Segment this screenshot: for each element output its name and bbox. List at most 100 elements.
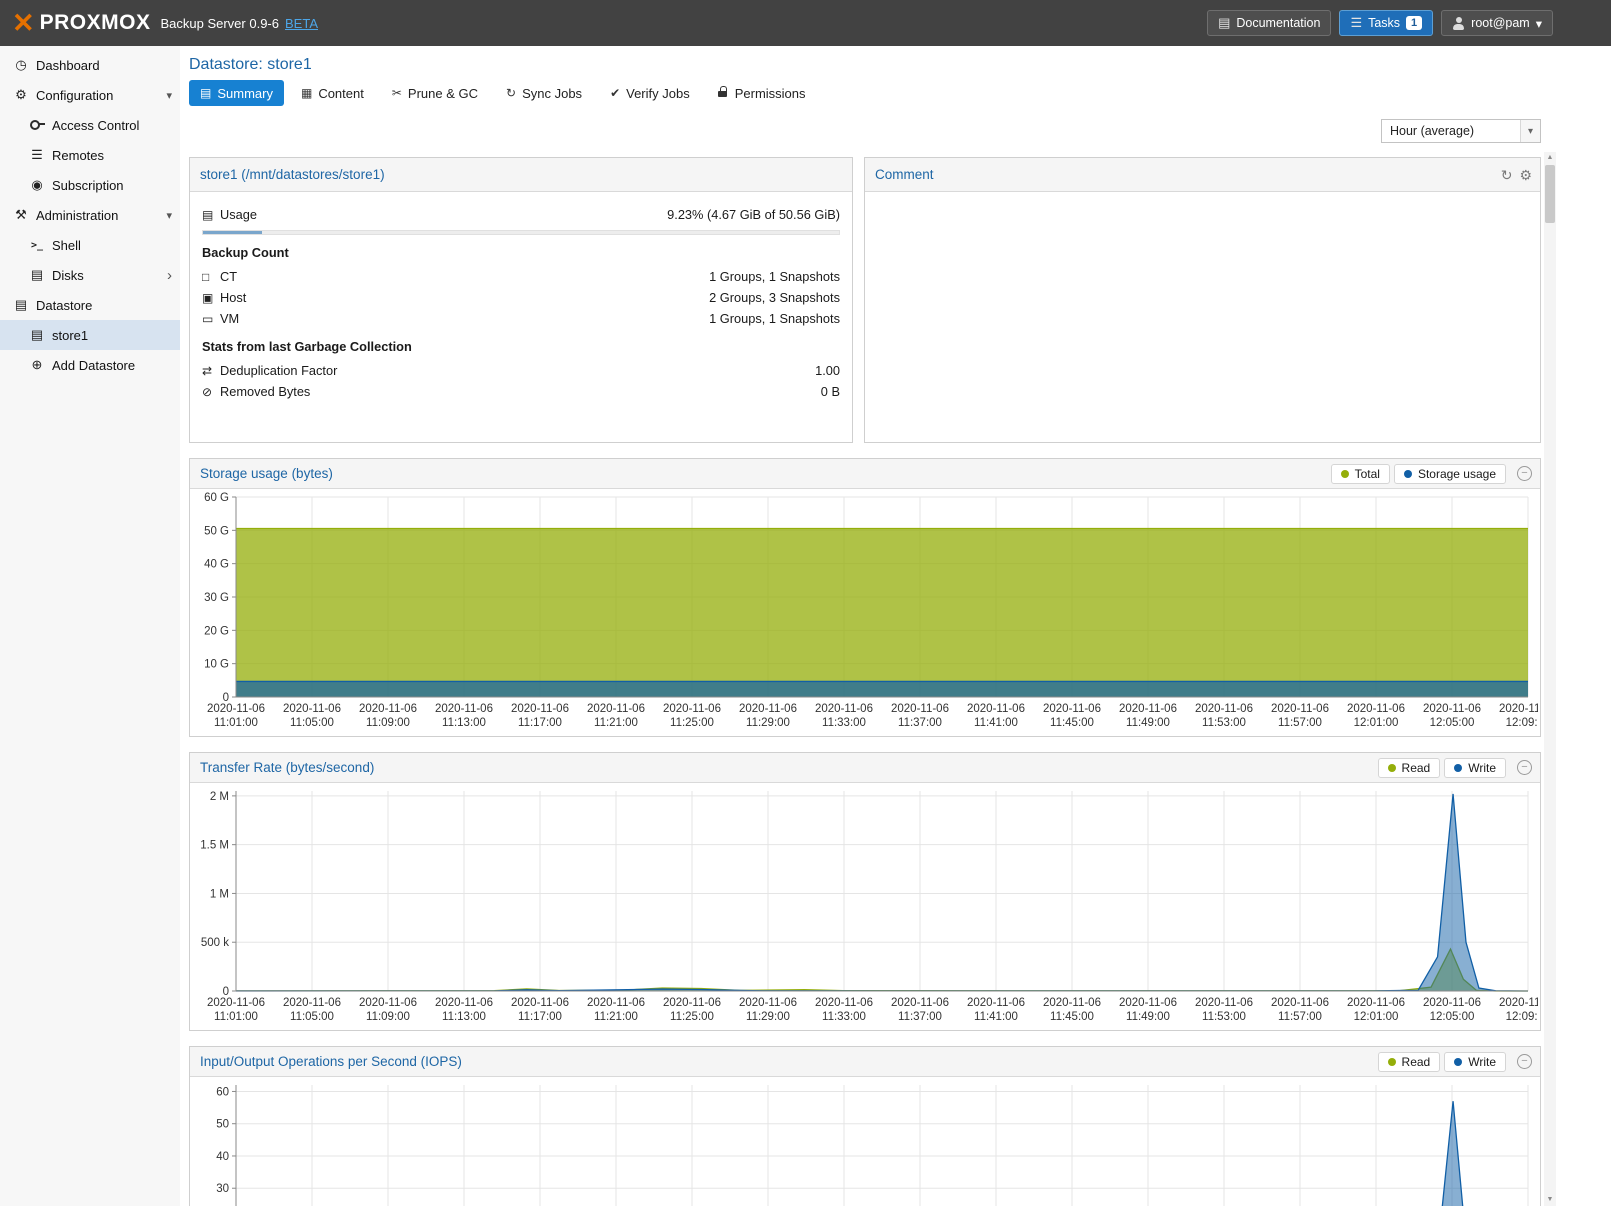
legend-label: Storage usage: [1418, 467, 1496, 481]
sidebar-item-datastore[interactable]: ▤ Datastore: [0, 290, 180, 320]
chart-legend: ReadWrite: [1378, 758, 1506, 778]
usage-progressbar: [202, 230, 840, 235]
svg-text:11:29:00: 11:29:00: [746, 1011, 790, 1023]
tab-content[interactable]: ▦ Content: [290, 80, 375, 106]
scroll-down-icon[interactable]: ▼: [1544, 1194, 1556, 1206]
trash-icon: ✂: [392, 86, 402, 100]
sidebar-item-add-datastore[interactable]: ⊕ Add Datastore: [0, 350, 180, 380]
legend-item-total[interactable]: Total: [1331, 464, 1390, 484]
circle-arrow-icon[interactable]: ↻: [1501, 168, 1513, 182]
svg-text:30 G: 30 G: [204, 592, 229, 604]
book-icon: ▤: [1218, 15, 1230, 31]
chevron-down-icon[interactable]: ▾: [166, 89, 172, 102]
svg-text:60 G: 60 G: [204, 492, 229, 504]
sidebar-item-label: Configuration: [36, 88, 113, 103]
svg-text:2020-11-06: 2020-11-06: [1499, 997, 1538, 1009]
svg-text:2020-11-06: 2020-11-06: [283, 703, 341, 715]
legend-item-write[interactable]: Write: [1444, 758, 1506, 778]
host-row: ▣ Host 2 Groups, 3 Snapshots: [202, 287, 840, 308]
panel-title: store1 (/mnt/datastores/store1): [200, 167, 385, 182]
svg-text:2020-11-06: 2020-11-06: [359, 703, 417, 715]
svg-text:11:49:00: 11:49:00: [1126, 1011, 1170, 1023]
gears-icon: ⚙: [12, 87, 30, 103]
scroll-up-icon[interactable]: ▲: [1544, 152, 1556, 164]
legend-item-storage-usage[interactable]: Storage usage: [1394, 464, 1506, 484]
sidebar-item-dashboard[interactable]: ◷ Dashboard: [0, 50, 180, 80]
sidebar-item-access-control[interactable]: Access Control: [0, 110, 180, 140]
svg-text:11:25:00: 11:25:00: [670, 1011, 714, 1023]
chart-title: Storage usage (bytes): [200, 466, 333, 481]
svg-text:12:05:00: 12:05:00: [1430, 1011, 1475, 1023]
sidebar-item-label: Dashboard: [36, 58, 100, 73]
gear-icon[interactable]: ⚙: [1519, 168, 1532, 182]
sidebar-item-store1[interactable]: ▤ store1: [0, 320, 180, 350]
timeframe-select[interactable]: Hour (average) ▾: [1381, 119, 1541, 143]
svg-text:11:13:00: 11:13:00: [442, 717, 486, 729]
svg-text:11:17:00: 11:17:00: [518, 717, 562, 729]
svg-text:12:09:00: 12:09:00: [1506, 1011, 1538, 1023]
svg-text:20 G: 20 G: [204, 625, 229, 637]
sidebar-item-disks[interactable]: ▤ Disks ›: [0, 260, 180, 290]
sidebar-item-shell[interactable]: >_ Shell: [0, 230, 180, 260]
collapse-icon[interactable]: −: [1517, 1054, 1532, 1069]
chevron-right-icon[interactable]: ›: [167, 268, 172, 283]
svg-text:11:37:00: 11:37:00: [898, 1011, 942, 1023]
legend-item-read[interactable]: Read: [1378, 758, 1441, 778]
sidebar-item-subscription[interactable]: ◉ Subscription: [0, 170, 180, 200]
tasks-button[interactable]: ☰ Tasks 1: [1339, 10, 1433, 36]
legend-dot: [1388, 1058, 1396, 1066]
vertical-scrollbar[interactable]: ▲ ▼: [1544, 152, 1556, 1206]
svg-text:2020-11-06: 2020-11-06: [435, 997, 493, 1009]
svg-text:2020-11-06: 2020-11-06: [967, 997, 1025, 1009]
comment-body[interactable]: [865, 192, 1540, 442]
page-title: Datastore: store1: [189, 46, 1541, 80]
beta-link[interactable]: BETA: [285, 16, 318, 31]
sidebar-item-configuration[interactable]: ⚙ Configuration ▾: [0, 80, 180, 110]
iops-chart-panel: Input/Output Operations per Second (IOPS…: [189, 1046, 1541, 1206]
legend-item-write[interactable]: Write: [1444, 1052, 1506, 1072]
database-icon: ▤: [28, 327, 46, 343]
compress-icon: ⇄: [202, 364, 220, 378]
svg-text:11:57:00: 11:57:00: [1278, 717, 1322, 729]
svg-text:2020-11-06: 2020-11-06: [1195, 703, 1253, 715]
ct-row: □ CT 1 Groups, 1 Snapshots: [202, 266, 840, 287]
svg-text:2020-11-06: 2020-11-06: [663, 997, 721, 1009]
svg-text:2020-11-06: 2020-11-06: [815, 703, 873, 715]
user-menu-button[interactable]: root@pam ▾: [1441, 10, 1553, 36]
svg-text:2020-11-06: 2020-11-06: [359, 997, 417, 1009]
scrollbar-thumb[interactable]: [1545, 165, 1555, 223]
tab-summary[interactable]: ▤ Summary: [189, 80, 284, 106]
legend-dot: [1341, 470, 1349, 478]
tab-prune-gc[interactable]: ✂ Prune & GC: [381, 80, 489, 106]
book-icon: ▤: [200, 86, 211, 100]
svg-text:12:01:00: 12:01:00: [1354, 1011, 1399, 1023]
tabbar: ▤ Summary ▦ Content ✂ Prune & GC ↻ Sync …: [189, 80, 1541, 106]
svg-text:2020-11-06: 2020-11-06: [891, 703, 949, 715]
legend-item-read[interactable]: Read: [1378, 1052, 1441, 1072]
svg-text:40: 40: [216, 1151, 229, 1163]
svg-text:11:57:00: 11:57:00: [1278, 1011, 1322, 1023]
support-icon: ◉: [28, 177, 46, 193]
terminal-icon: >_: [28, 240, 46, 251]
sidebar-item-remotes[interactable]: ☰ Remotes: [0, 140, 180, 170]
sidebar-item-label: Add Datastore: [52, 358, 135, 373]
tab-verify-jobs[interactable]: ✔ Verify Jobs: [599, 80, 701, 106]
svg-text:30: 30: [216, 1183, 229, 1195]
main-area: Datastore: store1 ▤ Summary ▦ Content ✂ …: [180, 46, 1611, 1206]
chevron-down-icon[interactable]: ▾: [1520, 120, 1540, 142]
sidebar-item-administration[interactable]: ⚒ Administration ▾: [0, 200, 180, 230]
documentation-button[interactable]: ▤ Documentation: [1207, 10, 1331, 36]
hdd-icon: ▤: [28, 267, 46, 283]
chart-svg: 01020304050602020-11-0611:01:002020-11-0…: [190, 1077, 1538, 1206]
tab-permissions[interactable]: Permissions: [707, 80, 817, 106]
legend-label: Write: [1468, 1055, 1496, 1069]
svg-text:2020-11-06: 2020-11-06: [739, 997, 797, 1009]
dedup-row: ⇄ Deduplication Factor 1.00: [202, 360, 840, 381]
svg-text:2020-11-06: 2020-11-06: [1423, 703, 1481, 715]
chevron-down-icon[interactable]: ▾: [166, 209, 172, 222]
collapse-icon[interactable]: −: [1517, 466, 1532, 481]
svg-text:2020-11-06: 2020-11-06: [1499, 703, 1538, 715]
tab-sync-jobs[interactable]: ↻ Sync Jobs: [495, 80, 593, 106]
brand-name: PROXMOX: [40, 11, 151, 35]
collapse-icon[interactable]: −: [1517, 760, 1532, 775]
